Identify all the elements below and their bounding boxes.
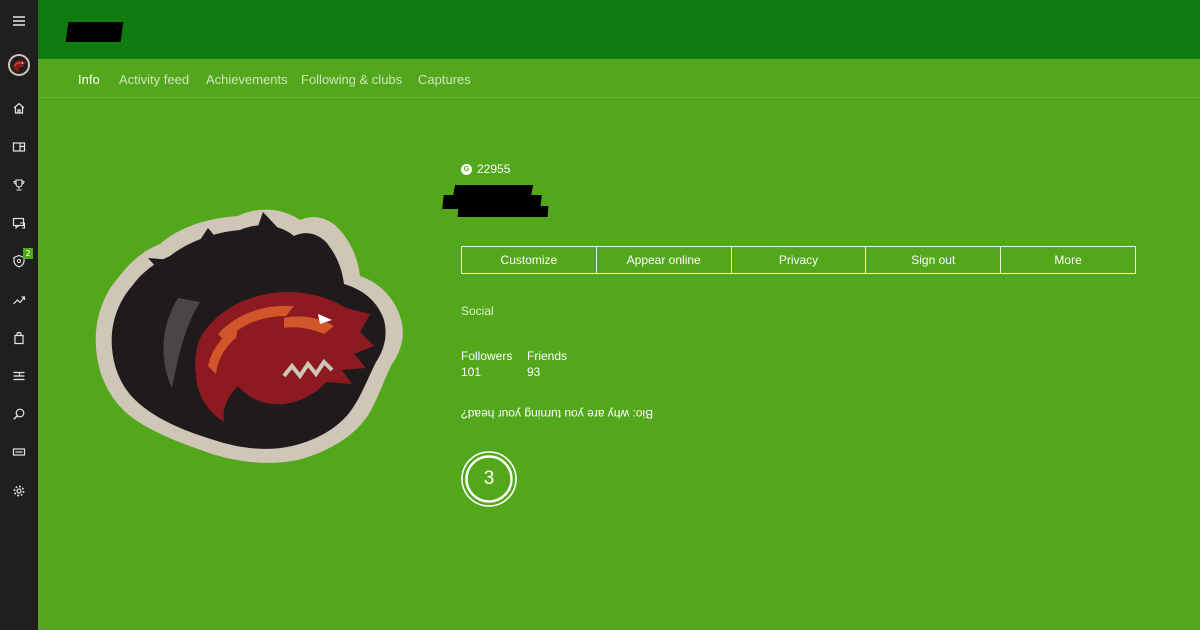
friends-count: 93 [527, 365, 541, 379]
connection-icon[interactable] [0, 437, 38, 467]
profile-header [38, 0, 1200, 59]
my-games-icon[interactable] [0, 132, 38, 162]
notification-badge: 2 [23, 248, 33, 259]
followers-stat[interactable]: Followers 101 [461, 348, 512, 380]
sign-out-button[interactable]: Sign out [866, 247, 1002, 273]
tab-following-clubs[interactable]: Following & clubs [301, 72, 402, 87]
privacy-button[interactable]: Privacy [732, 247, 867, 273]
tab-captures[interactable]: Captures [418, 72, 471, 87]
tab-info[interactable]: Info [78, 72, 100, 87]
sidebar: 2 [0, 0, 38, 630]
gamerscore-value: 22955 [477, 162, 511, 176]
bio-text: Bio: why are you turning your head? [461, 407, 654, 421]
gamerscore: G 22955 [461, 162, 510, 176]
sidebar-item-lfg[interactable]: 2 [0, 246, 38, 276]
trophy-icon[interactable] [0, 170, 38, 200]
bio: Bio: why are you turning your head? [461, 407, 653, 421]
store-icon[interactable] [0, 323, 38, 353]
redacted-gamertag-header [65, 22, 124, 42]
profile-tabs: Info Activity feed Achievements Followin… [38, 59, 1200, 98]
reputation-badge-value: 3 [483, 468, 495, 489]
social-heading: Social [461, 304, 494, 318]
hamburger-menu-icon[interactable] [0, 6, 38, 36]
friends-label: Friends [527, 349, 568, 363]
tab-achievements[interactable]: Achievements [206, 72, 288, 87]
followers-count: 101 [461, 365, 482, 379]
messages-icon[interactable] [0, 208, 38, 238]
home-icon[interactable] [0, 93, 38, 123]
customize-button[interactable]: Customize [462, 247, 597, 273]
settings-gear-icon[interactable] [0, 476, 38, 506]
trending-icon[interactable] [0, 285, 38, 315]
profile-action-bar: Customize Appear online Privacy Sign out… [461, 246, 1136, 274]
redacted-gamertag [457, 206, 549, 217]
sidebar-profile-avatar[interactable] [0, 50, 38, 80]
friends-stat[interactable]: Friends 93 [527, 348, 567, 380]
tab-activity-feed[interactable]: Activity feed [119, 72, 189, 87]
dragon-avatar-icon [8, 54, 30, 76]
gamerscore-icon: G [461, 163, 472, 175]
more-button[interactable]: More [1001, 247, 1135, 273]
search-icon[interactable] [0, 399, 38, 429]
followers-label: Followers [461, 349, 513, 363]
dragon-avatar-icon [95, 209, 403, 463]
appear-online-button[interactable]: Appear online [597, 247, 732, 273]
activity-list-icon[interactable] [0, 361, 38, 391]
